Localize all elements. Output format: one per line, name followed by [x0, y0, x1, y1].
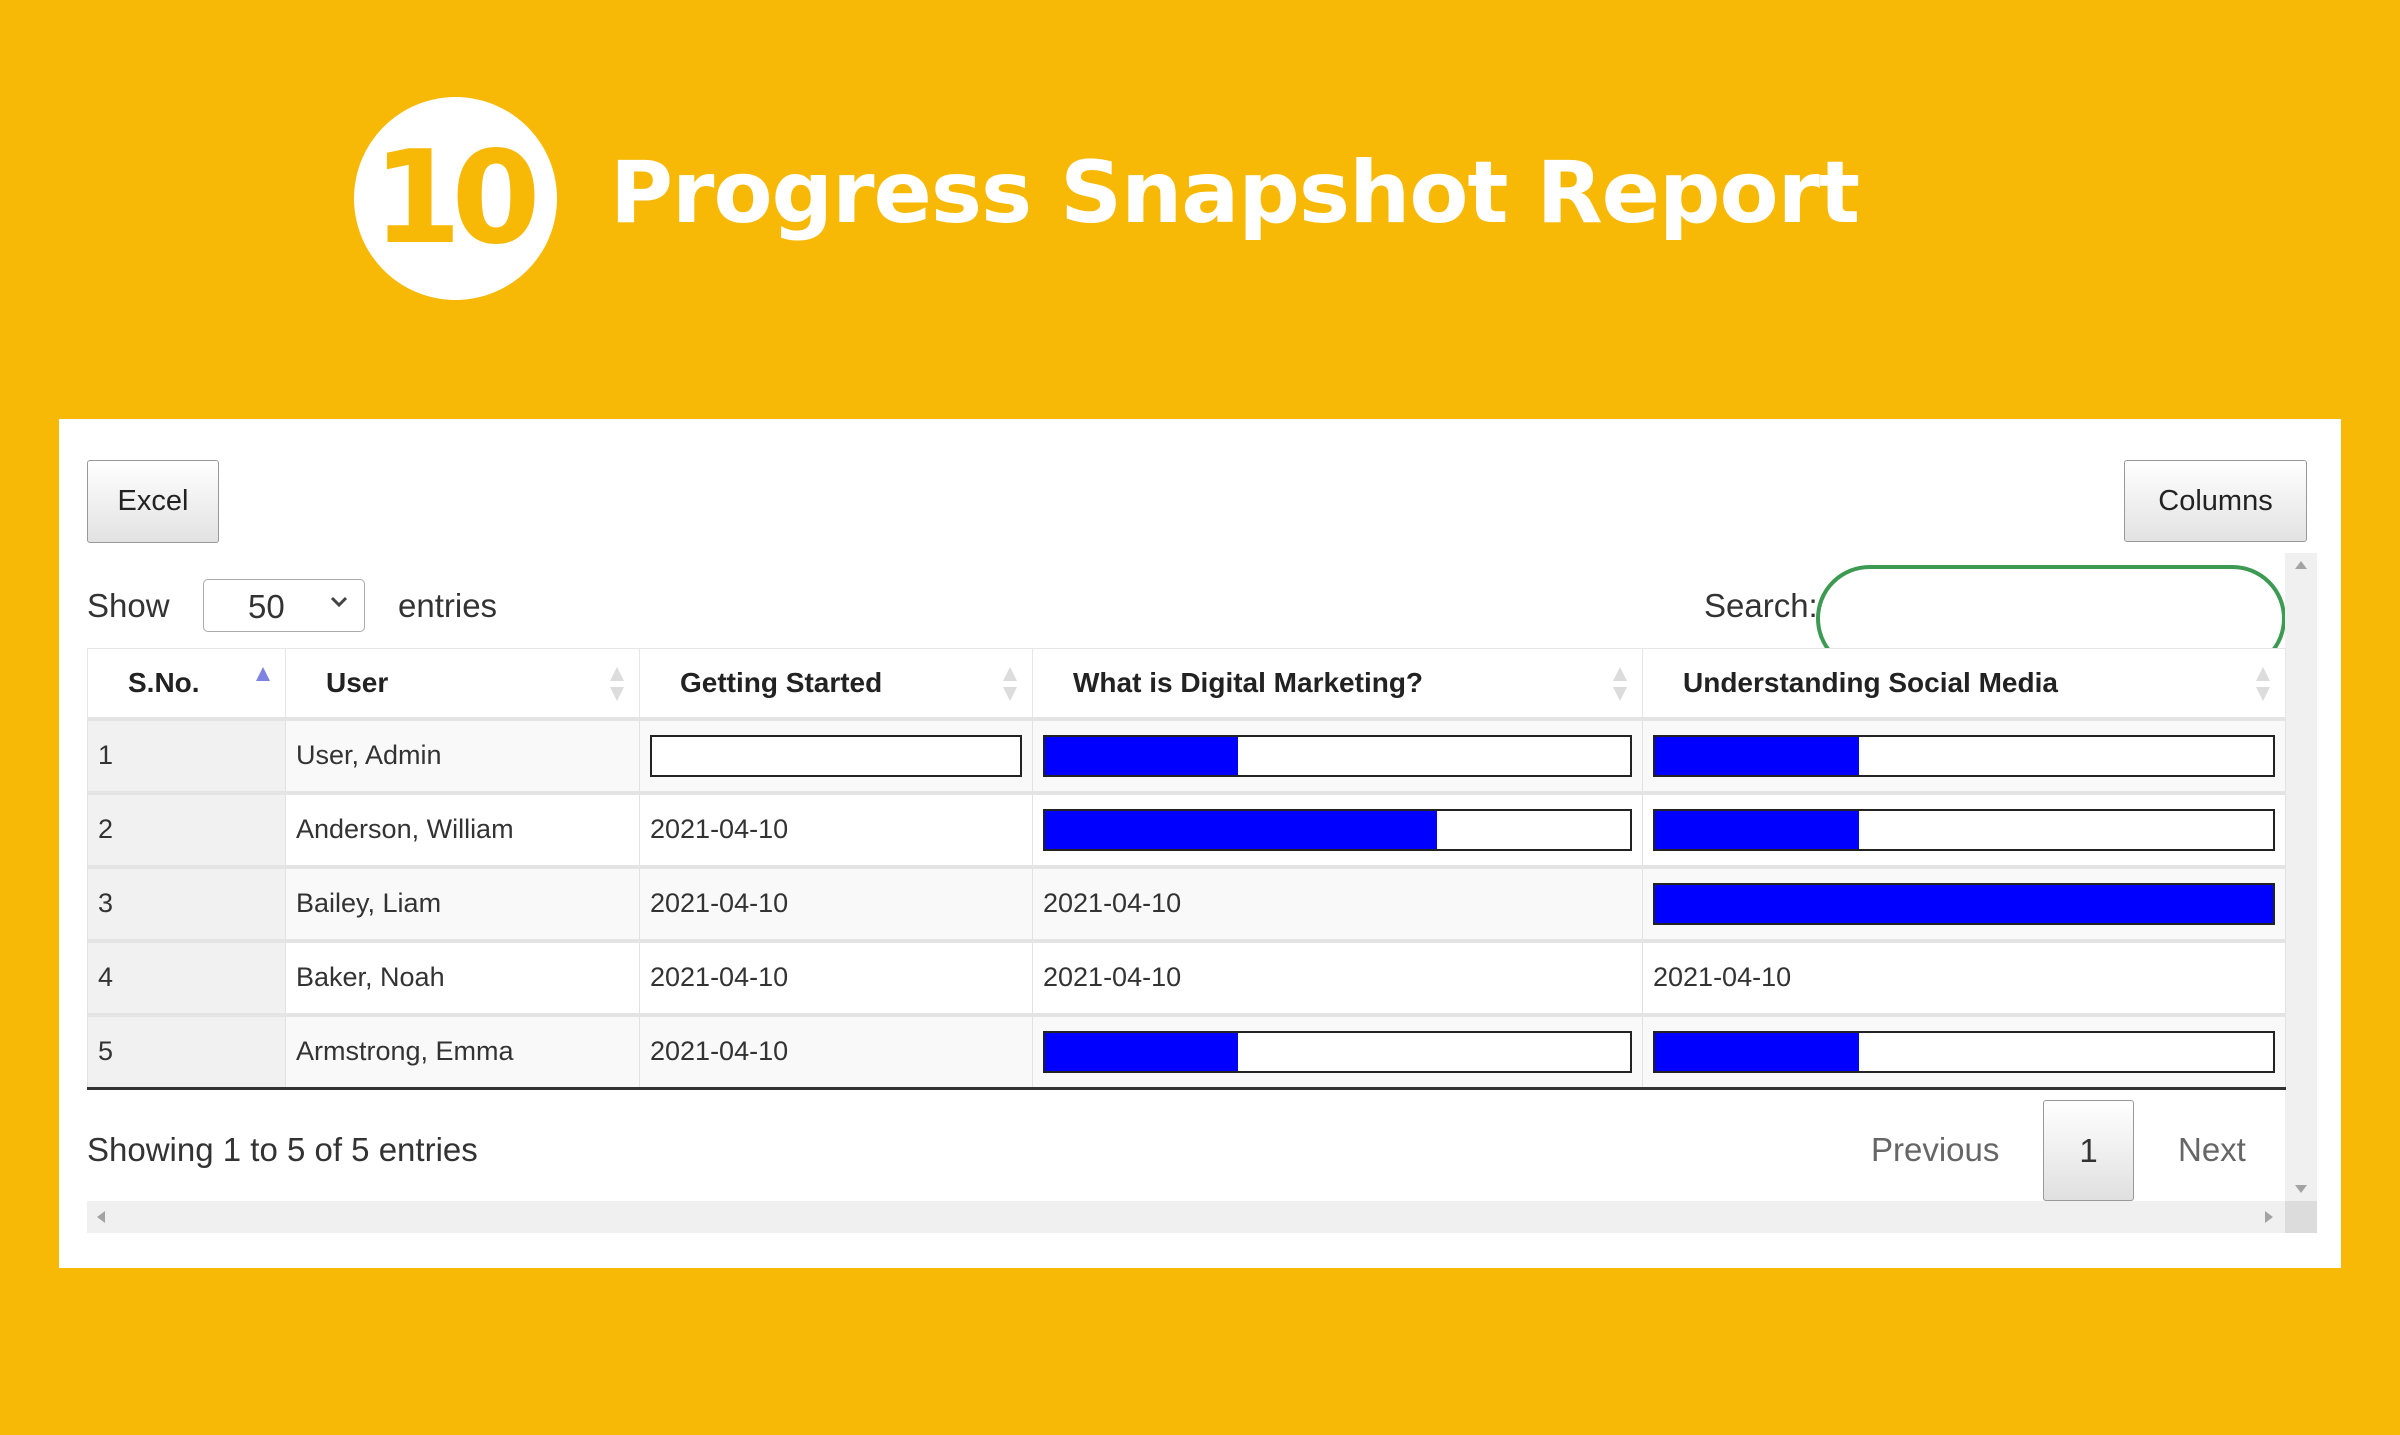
cell-sno: 2 [87, 790, 286, 867]
cell-progress [1642, 790, 2286, 867]
progress-bar [1043, 808, 1632, 851]
scroll-up-icon[interactable] [2295, 561, 2307, 569]
sort-ascending-icon[interactable] [255, 667, 271, 703]
column-header-label: Getting Started [680, 666, 883, 698]
progress-fill [1655, 1032, 1859, 1071]
cell-user: User, Admin [285, 716, 640, 793]
cell-completion-date: 2021-04-10 [639, 790, 1033, 867]
entries-label: entries [398, 587, 498, 624]
cell-completion-date: 2021-04-10 [1032, 938, 1643, 1015]
cell-progress [1642, 1012, 2286, 1090]
horizontal-scrollbar[interactable] [87, 1201, 2285, 1233]
scroll-down-icon[interactable] [2295, 1185, 2307, 1193]
column-header-label: Understanding Social Media [1683, 666, 2058, 698]
table-info: Showing 1 to 5 of 5 entries [87, 1131, 478, 1168]
column-header-label: S.No. [128, 666, 200, 698]
previous-page-button[interactable]: Previous [1871, 1131, 1999, 1169]
scroll-left-icon[interactable] [97, 1211, 105, 1223]
column-header-label: What is Digital Marketing? [1073, 666, 1424, 698]
show-label: Show [87, 587, 170, 624]
cell-completion-date: 2021-04-10 [639, 938, 1033, 1015]
search-label: Search: [1704, 587, 1818, 624]
cell-user: Anderson, William [285, 790, 640, 867]
step-number: 10 [372, 123, 540, 273]
progress-bar [1653, 1030, 2275, 1073]
cell-sno: 3 [87, 864, 286, 941]
vertical-scrollbar[interactable] [2285, 553, 2317, 1201]
cell-progress [1642, 716, 2286, 793]
next-page-button[interactable]: Next [2178, 1131, 2246, 1169]
entries-per-page-select[interactable]: 50 [203, 579, 365, 632]
progress-fill [1655, 736, 1859, 775]
entries-per-page-value: 50 [248, 588, 285, 625]
columns-button[interactable]: Columns [2124, 460, 2307, 542]
column-header-label: User [326, 666, 389, 698]
progress-fill [1655, 884, 2273, 923]
column-header-user[interactable]: User [285, 648, 640, 720]
table-body: 1 User, Admin 2 Anderson, William 2021-04-10… [87, 716, 2286, 1090]
page-title: Progress Snapshot Report [610, 143, 1860, 243]
cell-progress [1032, 716, 1643, 793]
column-header-what-is-digital-marketing[interactable]: What is Digital Marketing? [1032, 648, 1643, 720]
progress-bar [1043, 1030, 1632, 1073]
cell-user: Armstrong, Emma [285, 1012, 640, 1090]
table-row: 1 User, Admin [87, 716, 2286, 793]
table-row: 3 Bailey, Liam 2021-04-10 2021-04-10 [87, 864, 2286, 941]
progress-fill [1045, 736, 1239, 775]
sort-both-icon[interactable] [2255, 667, 2271, 703]
cell-progress [639, 716, 1033, 793]
progress-fill [1655, 810, 1859, 849]
cell-completion-date: 2021-04-10 [1642, 938, 2286, 1015]
progress-bar [1653, 808, 2275, 851]
progress-bar [1043, 734, 1632, 777]
progress-bar [1653, 882, 2275, 925]
progress-bar [1653, 734, 2275, 777]
cell-completion-date: 2021-04-10 [1032, 864, 1643, 941]
cell-completion-date: 2021-04-10 [639, 864, 1033, 941]
progress-fill [1045, 1032, 1239, 1071]
table-row: 4 Baker, Noah 2021-04-10 2021-04-10 2021-04-… [87, 938, 2286, 1015]
report-panel: Excel Columns Show 50 entries Search: S.… [59, 419, 2341, 1268]
scroll-right-icon[interactable] [2265, 1211, 2273, 1223]
chevron-down-icon [330, 596, 348, 608]
step-number-badge: 10 [354, 97, 557, 300]
cell-progress [1032, 790, 1643, 867]
cell-sno: 1 [87, 716, 286, 793]
page-1-button[interactable]: 1 [2043, 1100, 2134, 1201]
sort-both-icon[interactable] [609, 667, 625, 703]
progress-fill [1045, 810, 1437, 849]
column-header-getting-started[interactable]: Getting Started [639, 648, 1033, 720]
scrollbar-corner [2285, 1201, 2317, 1233]
progress-table: S.No. User Getting Started What is Digital … [87, 648, 2286, 1090]
cell-completion-date: 2021-04-10 [639, 1012, 1033, 1090]
excel-export-button[interactable]: Excel [87, 460, 219, 543]
column-header-understanding-social-media[interactable]: Understanding Social Media [1642, 648, 2286, 720]
table-header-row: S.No. User Getting Started What is Digital … [87, 648, 2286, 720]
column-header-sno[interactable]: S.No. [87, 648, 286, 720]
cell-sno: 4 [87, 938, 286, 1015]
cell-sno: 5 [87, 1012, 286, 1090]
table-row: 2 Anderson, William 2021-04-10 [87, 790, 2286, 867]
cell-user: Baker, Noah [285, 938, 640, 1015]
cell-user: Bailey, Liam [285, 864, 640, 941]
cell-progress [1032, 1012, 1643, 1090]
table-row: 5 Armstrong, Emma 2021-04-10 [87, 1012, 2286, 1090]
sort-both-icon[interactable] [1612, 667, 1628, 703]
sort-both-icon[interactable] [1002, 667, 1018, 703]
progress-bar [650, 734, 1022, 777]
cell-progress [1642, 864, 2286, 941]
